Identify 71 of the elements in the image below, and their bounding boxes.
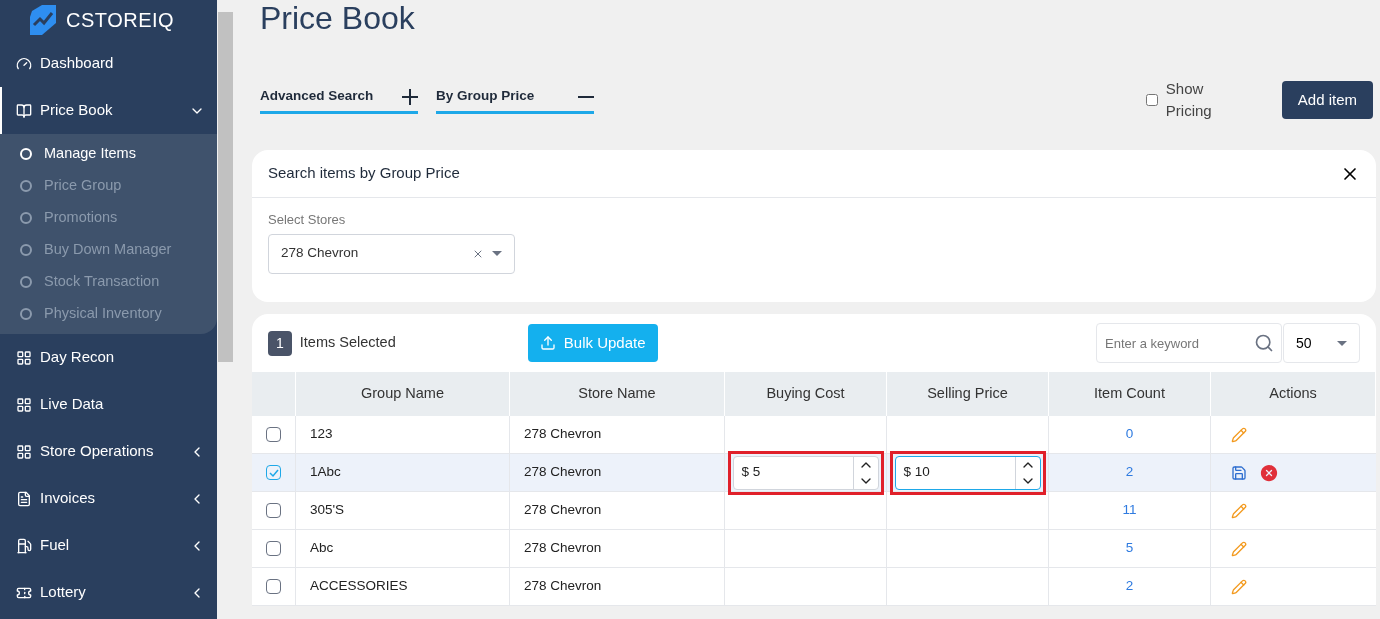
save-icon[interactable] bbox=[1231, 464, 1247, 481]
add-item-button[interactable]: Add item bbox=[1281, 81, 1373, 119]
store-select[interactable]: 278 Chevron bbox=[268, 233, 515, 274]
column-header: Actions bbox=[1211, 372, 1376, 416]
row-checkbox[interactable] bbox=[266, 579, 281, 594]
price-input-field[interactable]: $ 5 bbox=[727, 450, 884, 495]
table-cell: 278 Chevron bbox=[510, 454, 725, 491]
sidebar-item[interactable]: Lottery bbox=[0, 569, 217, 616]
sidebar-item[interactable]: Day Recon bbox=[0, 334, 217, 381]
row-checkbox[interactable] bbox=[266, 465, 281, 480]
gauge-icon bbox=[16, 55, 32, 72]
table-row[interactable]: 1Abc 278 Chevron $ 5 $ 10 2 bbox=[252, 454, 1376, 492]
search-tab[interactable]: By Group Price bbox=[436, 86, 594, 114]
sidebar-item[interactable]: Live Data bbox=[0, 381, 217, 428]
column-header: Selling Price bbox=[887, 372, 1049, 416]
table-cell: 305'S bbox=[296, 492, 510, 529]
item-count-link[interactable]: 5 bbox=[1049, 530, 1211, 567]
document-icon bbox=[16, 490, 32, 507]
grid-icon bbox=[16, 396, 32, 413]
fuel-pump-icon bbox=[16, 537, 32, 554]
keyword-search-field[interactable]: Enter a keyword bbox=[1096, 323, 1282, 363]
brand-name: CSTOREIQ bbox=[66, 8, 175, 33]
grid-icon bbox=[16, 443, 32, 460]
price-input-field[interactable]: $ 10 bbox=[889, 450, 1046, 495]
plus-icon bbox=[402, 88, 418, 105]
item-count-link[interactable]: 11 bbox=[1049, 492, 1211, 529]
cancel-icon[interactable] bbox=[1259, 462, 1279, 483]
row-checkbox[interactable] bbox=[266, 541, 281, 556]
column-header: Group Name bbox=[296, 372, 510, 416]
table-cell: 278 Chevron bbox=[510, 492, 725, 529]
panel-title: Search items by Group Price bbox=[268, 163, 460, 184]
dropdown-arrow-icon bbox=[1337, 340, 1347, 346]
table-row[interactable]: 305'S 278 Chevron 11 bbox=[252, 492, 1376, 530]
check-icon bbox=[268, 467, 279, 478]
row-checkbox[interactable] bbox=[266, 427, 281, 442]
sidebar-item[interactable]: Invoices bbox=[0, 475, 217, 522]
book-icon bbox=[16, 102, 32, 119]
dropdown-arrow-icon[interactable] bbox=[492, 251, 502, 256]
items-selected-label: Items Selected bbox=[299, 333, 397, 353]
minus-icon bbox=[578, 95, 594, 98]
show-pricing-label: Show Pricing bbox=[1165, 79, 1213, 121]
show-pricing-checkbox[interactable] bbox=[1145, 94, 1158, 106]
search-icon[interactable] bbox=[1254, 333, 1274, 353]
table-cell: 1Abc bbox=[296, 454, 510, 491]
item-count-link[interactable]: 2 bbox=[1049, 568, 1211, 605]
table-cell: 123 bbox=[296, 416, 510, 453]
page-title: Price Book bbox=[259, 0, 416, 38]
table-cell: 278 Chevron bbox=[510, 416, 725, 453]
table-cell: Abc bbox=[296, 530, 510, 567]
table-row[interactable]: ACCESSORIES 278 Chevron 2 bbox=[252, 568, 1376, 606]
search-tab[interactable]: Advanced Search bbox=[260, 86, 418, 114]
page-size-select[interactable]: 50 bbox=[1283, 323, 1360, 363]
logo-icon bbox=[28, 3, 58, 37]
submenu-item[interactable]: Manage Items bbox=[0, 138, 217, 170]
field-label: Select Stores bbox=[268, 211, 347, 229]
column-header: Buying Cost bbox=[725, 372, 887, 416]
sidebar-item[interactable]: Store Operations bbox=[0, 428, 217, 475]
row-checkbox[interactable] bbox=[266, 503, 281, 518]
sidebar-item[interactable]: Dashboard bbox=[0, 40, 217, 87]
sidebar-item[interactable]: Fuel bbox=[0, 522, 217, 569]
table-cell: ACCESSORIES bbox=[296, 568, 510, 605]
item-count-link[interactable]: 0 bbox=[1049, 416, 1211, 453]
selected-count-badge: 1 bbox=[268, 330, 292, 356]
table-cell: 278 Chevron bbox=[510, 530, 725, 567]
item-count-link[interactable]: 2 bbox=[1049, 454, 1211, 491]
upload-icon bbox=[539, 335, 556, 351]
grid-icon bbox=[16, 349, 32, 366]
table-row[interactable]: Abc 278 Chevron 5 bbox=[252, 530, 1376, 568]
column-header: Store Name bbox=[510, 372, 725, 416]
column-header: Item Count bbox=[1049, 372, 1211, 416]
table-cell: 278 Chevron bbox=[510, 568, 725, 605]
